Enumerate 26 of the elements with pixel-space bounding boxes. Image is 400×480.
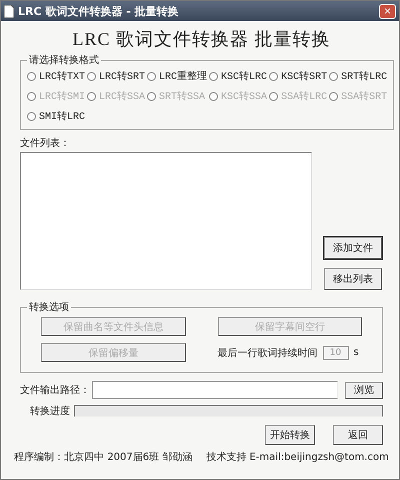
browse-button[interactable]: 浏览 xyxy=(345,382,383,398)
document-icon xyxy=(4,4,14,18)
group-title: 转换选项 xyxy=(28,300,70,314)
output-path-label: 文件输出路径： xyxy=(20,384,90,397)
window-title: LRC 歌词文件转换器 - 批量转换 xyxy=(18,4,180,18)
list-button[interactable]: 移出列表 xyxy=(324,268,382,290)
format-radio[interactable]: LRC转TXT xyxy=(27,69,86,83)
support-text: 技术支持 E-mail:beijingzsh@tom.com xyxy=(206,450,389,464)
format-radio[interactable]: LRC转SRT xyxy=(87,69,146,83)
file-list-label: 文件列表： xyxy=(20,136,71,150)
format-radio[interactable]: LRC重整理 xyxy=(147,69,208,83)
action-button[interactable]: 返回 xyxy=(333,425,383,445)
app-heading: LRC 歌词文件转换器 批量转换 xyxy=(71,28,332,51)
format-radio[interactable]: KSC转LRC xyxy=(209,69,268,83)
format-radio[interactable]: SRT转LRC xyxy=(329,69,388,83)
format-radio[interactable]: KSC转SRT xyxy=(269,69,328,83)
duration-label: 最后一行歌词持续时间 xyxy=(218,346,318,360)
group-title: 请选择转换格式 xyxy=(28,54,100,67)
output-path-field[interactable] xyxy=(92,381,338,399)
format-radio[interactable]: SMI转LRC xyxy=(27,109,86,123)
progress-label: 转换进度 xyxy=(30,404,70,418)
unit-label: s xyxy=(354,347,359,358)
action-button[interactable]: 开始转换 xyxy=(265,425,315,445)
list-button[interactable]: 添加文件 xyxy=(324,237,382,259)
close-button[interactable]: × xyxy=(379,4,396,18)
credit-text: 程序编制：北京四中 2007届6班 邹劭涵 xyxy=(14,450,192,464)
